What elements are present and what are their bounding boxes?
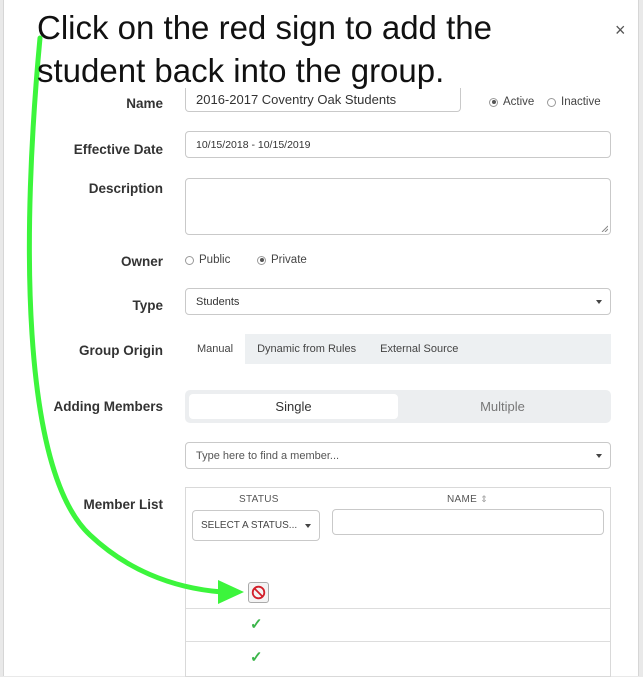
adding-members-toggle: Single Multiple [185, 390, 611, 423]
tab-dynamic-from-rules[interactable]: Dynamic from Rules [245, 334, 368, 364]
tab-external-source[interactable]: External Source [368, 334, 470, 364]
status-filter-value: SELECT A STATUS... [201, 520, 298, 531]
status-inactive-radio[interactable]: Inactive [547, 96, 601, 108]
resize-handle-icon[interactable] [601, 225, 608, 232]
status-column-header[interactable]: STATUS [239, 494, 279, 505]
name-column-label: NAME [447, 494, 478, 505]
owner-label: Owner [120, 254, 163, 269]
radio-unselected-icon [547, 97, 556, 107]
owner-public-label: Public [199, 254, 231, 266]
tutorial-annotation: Click on the red sign to add the student… [37, 6, 597, 92]
row-divider [186, 608, 610, 609]
owner-public-radio[interactable]: Public [185, 254, 230, 266]
type-select-value: Students [196, 295, 240, 308]
effective-date-label: Effective Date [73, 142, 163, 157]
member-search-placeholder: Type here to find a member... [196, 449, 340, 462]
name-filter-input[interactable] [332, 509, 604, 535]
edit-group-modal: × Name 2016-2017 Coventry Oak Students A… [3, 0, 639, 677]
effective-date-value: 10/15/2018 - 10/15/2019 [196, 138, 311, 151]
chevron-down-icon [305, 523, 311, 528]
annotation-line-2: student back into the group. [37, 52, 445, 89]
radio-selected-icon [257, 255, 266, 265]
member-table: STATUS NAME ⇕ SELECT A STATUS... ✓ ✓ [185, 487, 611, 677]
active-check-icon: ✓ [250, 649, 263, 666]
status-inactive-label: Inactive [561, 96, 601, 108]
type-label: Type [132, 298, 163, 313]
tab-manual[interactable]: Manual [185, 334, 246, 364]
group-origin-tabs: Manual Dynamic from Rules External Sourc… [185, 334, 611, 364]
type-select[interactable]: Students [185, 288, 611, 315]
radio-unselected-icon [185, 255, 194, 265]
active-check-icon: ✓ [250, 616, 263, 633]
annotation-line-1: Click on the red sign to add the [37, 9, 492, 46]
owner-private-label: Private [271, 254, 307, 266]
status-active-label: Active [503, 96, 535, 108]
chevron-down-icon [596, 453, 602, 458]
name-input-value: 2016-2017 Coventry Oak Students [196, 92, 397, 107]
sort-icon: ⇕ [480, 494, 489, 504]
name-label: Name [126, 96, 163, 111]
status-filter-select[interactable]: SELECT A STATUS... [192, 510, 320, 541]
multiple-option[interactable]: Multiple [398, 394, 607, 419]
radio-selected-icon [489, 97, 498, 107]
adding-members-label: Adding Members [53, 399, 163, 414]
effective-date-input[interactable]: 10/15/2018 - 10/15/2019 [185, 131, 611, 158]
single-option[interactable]: Single [189, 394, 398, 419]
name-column-header[interactable]: NAME ⇕ [447, 494, 488, 505]
description-label: Description [88, 181, 163, 196]
member-list-label: Member List [83, 497, 163, 512]
description-textarea[interactable] [185, 178, 611, 235]
status-active-radio[interactable]: Active [489, 96, 534, 108]
group-origin-label: Group Origin [79, 343, 163, 358]
reactivate-member-button[interactable] [248, 582, 269, 603]
chevron-down-icon [596, 299, 602, 304]
close-icon[interactable]: × [615, 21, 626, 39]
owner-private-radio[interactable]: Private [257, 254, 307, 266]
member-search-select[interactable]: Type here to find a member... [185, 442, 611, 469]
row-divider [186, 641, 610, 642]
red-prohibited-icon [251, 585, 266, 600]
